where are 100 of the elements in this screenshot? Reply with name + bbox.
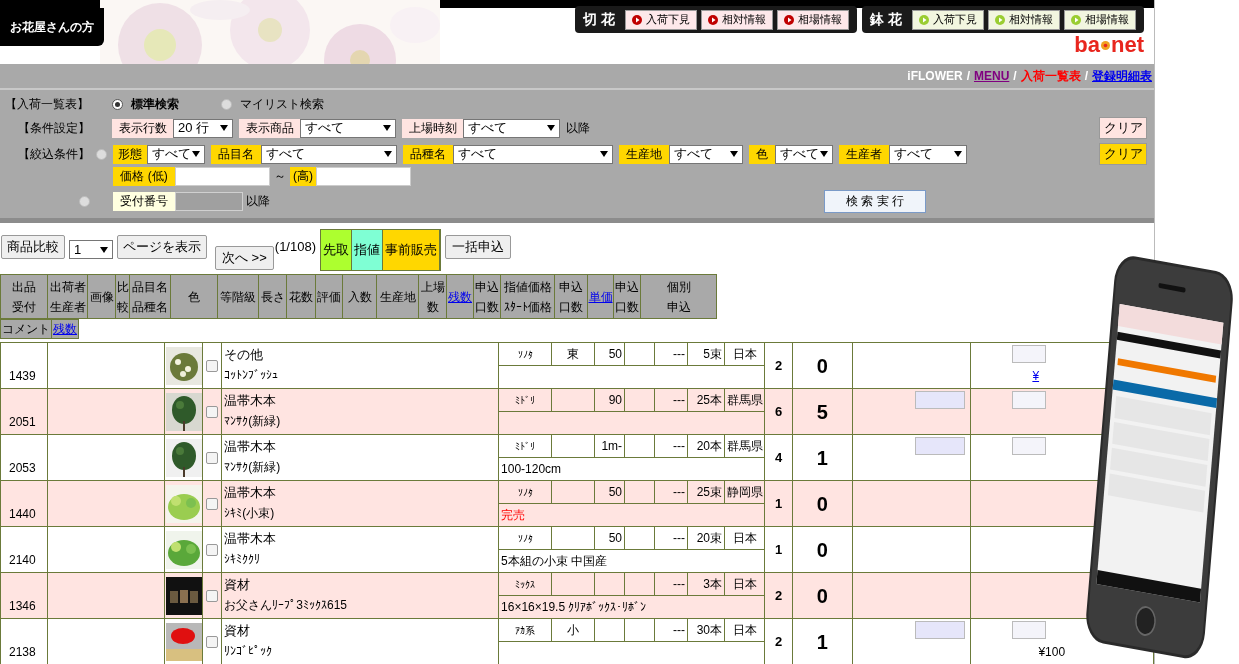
table-cell: 3本 — [688, 573, 726, 595]
breadcrumb-link[interactable]: 登録明細表 — [1092, 67, 1152, 85]
compare-button[interactable]: 商品比較 — [1, 235, 65, 259]
logo: ba net — [1074, 34, 1144, 56]
page-select[interactable]: 1 — [69, 240, 113, 259]
checkbox[interactable] — [206, 405, 219, 418]
radio-button[interactable] — [221, 98, 232, 110]
column-header: 生産地 — [376, 274, 419, 319]
variety-name: ｼｷﾐ(小束) — [224, 505, 276, 522]
clear-button[interactable]: クリア — [1099, 143, 1147, 165]
listed-count: 6 — [774, 403, 783, 419]
table-cell: 小 — [552, 619, 596, 641]
caret-icon — [547, 125, 555, 131]
bid-field[interactable] — [915, 391, 966, 409]
bulk-apply-button[interactable]: 一括申込 — [445, 235, 511, 259]
variety-name: お父さんﾘｰﾌﾟ3ﾐｯｸｽ615 — [224, 597, 348, 614]
field-label: 表示商品 — [239, 118, 300, 138]
radio-button[interactable] — [112, 98, 123, 110]
category-button[interactable]: 相対情報 — [988, 9, 1060, 30]
column-header: 申込 口数 — [473, 274, 501, 319]
breadcrumb-separator: / — [966, 68, 970, 85]
column-header: 申込 口数 — [554, 274, 588, 319]
select-field[interactable]: 20 行 — [173, 118, 233, 138]
table-cell: 2140 — [0, 526, 48, 573]
remaining-count: 0 — [816, 354, 828, 377]
section-label: 【条件設定】 — [17, 120, 91, 137]
category-button[interactable]: 入荷下見 — [912, 9, 984, 30]
variety-name: ﾏﾝｻｸ(新緑) — [224, 459, 282, 476]
order-field[interactable] — [1012, 437, 1047, 455]
play-icon — [1071, 14, 1081, 25]
item-name: その他 — [224, 346, 265, 364]
next-button[interactable]: 次へ >> — [215, 246, 274, 270]
price-field[interactable] — [175, 166, 270, 186]
checkbox[interactable] — [206, 359, 219, 372]
item-name: 資材 — [224, 622, 252, 640]
show-page-button[interactable]: ページを表示 — [117, 235, 207, 259]
play-icon — [708, 14, 719, 25]
search-button[interactable]: 検 索 実 行 — [824, 189, 926, 213]
category-button[interactable]: 相場情報 — [777, 9, 850, 30]
table-cell: 1m- — [595, 435, 626, 457]
select-field[interactable]: すべて — [300, 118, 396, 138]
column-header: 出品 受付 — [0, 274, 48, 319]
column-header: 出荷者 生産者 — [47, 274, 88, 319]
table-cell-text: 日本 — [731, 530, 758, 547]
item-name: 温帯木本 — [224, 530, 278, 548]
clear-button[interactable]: クリア — [1099, 117, 1147, 139]
table-cell: 1439 — [0, 342, 48, 389]
select-field[interactable]: すべて — [147, 144, 205, 164]
select-field[interactable]: すべて — [463, 118, 560, 138]
category-button[interactable]: 入荷下見 — [625, 9, 698, 30]
table-cell-text: 群馬県 — [725, 392, 764, 409]
price-link[interactable]: ¥ — [1032, 367, 1040, 385]
checkbox[interactable] — [206, 543, 219, 556]
field-label: 品種名 — [403, 144, 453, 164]
table-cell: 50 — [595, 527, 626, 549]
category-button[interactable]: 相場情報 — [1064, 9, 1136, 30]
category-button[interactable]: 相対情報 — [701, 9, 774, 30]
table-cell-text: 群馬県 — [725, 438, 764, 455]
page-info: (1/108) — [274, 238, 316, 257]
variety-name: ﾘﾝｺﾞﾋﾟｯｸ — [224, 643, 274, 660]
listed-count: 2 — [774, 633, 783, 649]
select-field[interactable]: すべて — [669, 144, 743, 164]
field-label: 受付番号 — [113, 191, 175, 211]
order-field[interactable] — [1012, 391, 1047, 409]
bid-field[interactable] — [915, 437, 966, 455]
select-field[interactable]: すべて — [261, 144, 397, 164]
price-link[interactable]: ¥100 — [1038, 643, 1066, 661]
checkbox[interactable] — [206, 635, 219, 648]
column-header[interactable]: 残数 — [51, 319, 79, 339]
bid-field[interactable] — [915, 621, 966, 639]
price-field[interactable] — [316, 166, 411, 186]
order-field[interactable] — [1012, 621, 1047, 639]
checkbox[interactable] — [206, 451, 219, 464]
table-cell: --- — [655, 343, 689, 365]
order-field[interactable] — [1012, 345, 1047, 363]
field-label: 価格 (低) — [113, 166, 175, 186]
radio-button[interactable] — [79, 195, 90, 207]
remaining-count: 0 — [816, 492, 828, 515]
column-header[interactable]: 残数 — [446, 274, 474, 319]
column-header: 指値価格 ｽﾀｰﾄ価格 — [500, 274, 555, 319]
column-header[interactable]: 単価 — [587, 274, 614, 319]
radio-label: 標準検索 — [131, 96, 179, 113]
comment-text: 完売 — [501, 507, 526, 524]
remaining-count: 1 — [816, 446, 828, 469]
table-cell: 50 — [595, 343, 626, 365]
select-field[interactable]: すべて — [889, 144, 967, 164]
field-label: 形態 — [113, 144, 147, 164]
breadcrumb-link[interactable]: MENU — [973, 67, 1010, 85]
select-field[interactable]: すべて — [775, 144, 833, 164]
field-label: 上場時刻 — [402, 118, 463, 138]
radio-button[interactable] — [96, 148, 107, 160]
suffix-text: 以降 — [246, 193, 270, 210]
checkbox[interactable] — [206, 589, 219, 602]
table-cell: --- — [655, 527, 689, 549]
column-header: 個別 申込 — [640, 274, 717, 319]
table-cell: --- — [655, 481, 689, 503]
checkbox[interactable] — [206, 497, 219, 510]
select-field[interactable]: すべて — [453, 144, 613, 164]
column-header: 色 — [170, 274, 218, 319]
receipt-field[interactable] — [175, 191, 243, 211]
